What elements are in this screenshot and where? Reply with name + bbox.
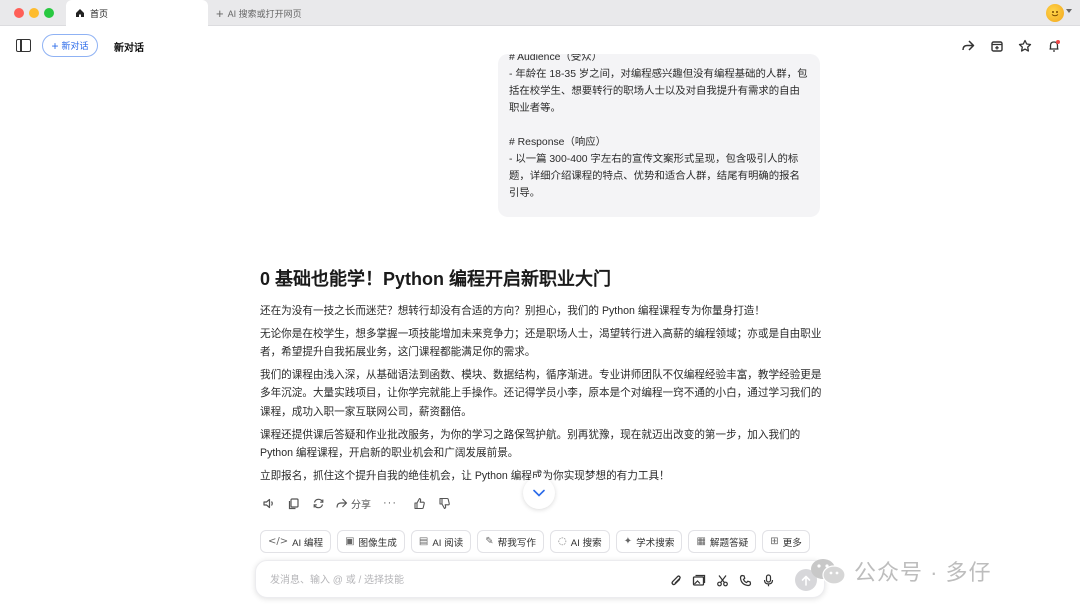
user-message-line: - 以一篇 300-400 字左右的宣传文案形式呈现，包含吸引人的标题，详细介绍… — [509, 154, 800, 199]
new-chat-button[interactable]: + 新对话 — [42, 34, 98, 57]
skill-label: AI 阅读 — [432, 537, 464, 549]
paperclip-icon[interactable] — [668, 572, 684, 588]
window-minimize-button[interactable] — [29, 8, 39, 18]
scroll-to-bottom-button[interactable] — [523, 477, 555, 509]
home-icon — [76, 9, 84, 17]
save-icon[interactable] — [989, 38, 1005, 54]
code-icon: </> — [268, 536, 289, 547]
skill-chip-writing[interactable]: ✎ 帮我写作 — [477, 530, 545, 553]
share-button[interactable]: 分享 — [335, 496, 371, 511]
skill-label: 学术搜索 — [636, 537, 675, 549]
share-icon[interactable] — [960, 38, 976, 54]
share-label: 分享 — [351, 499, 371, 511]
tab-new[interactable]: + AI 搜索或打开网页 — [216, 0, 302, 26]
skill-chip-ai-search[interactable]: ◌ AI 搜索 — [550, 530, 610, 553]
skill-label: 解题答疑 — [709, 537, 749, 549]
thumbs-down-icon[interactable] — [436, 495, 452, 511]
answer-title: 0 基础也能学！Python 编程开启新职业大门 — [260, 269, 612, 289]
skill-label: 帮我写作 — [497, 537, 537, 549]
page-title: 新对话 — [114, 43, 144, 54]
tab-new-label: AI 搜索或打开网页 — [227, 8, 302, 19]
regenerate-icon[interactable] — [310, 495, 326, 511]
watermark-text: 公众号 · 多仔 — [854, 560, 992, 585]
grid-icon: ⊞ — [770, 536, 779, 547]
skill-chip-problem-solving[interactable]: ▦ 解题答疑 — [688, 530, 757, 553]
window-close-button[interactable] — [14, 8, 24, 18]
window-titlebar: 首页 + AI 搜索或打开网页 — [0, 0, 1080, 26]
skill-chip-image-generation[interactable]: ▣ 图像生成 — [337, 530, 405, 553]
message-input[interactable] — [270, 571, 650, 589]
message-composer — [255, 560, 825, 598]
skill-chips: </> AI 编程 ▣ 图像生成 ▤ AI 阅读 ✎ 帮我写作 ◌ AI 搜索 … — [260, 530, 816, 553]
calculator-icon: ▦ — [696, 536, 706, 547]
chevron-down-icon — [533, 489, 545, 497]
answer-paragraph: 还在为没有一技之长而迷茫？想转行却没有合适的方向？别担心，我们的 Python … — [260, 305, 765, 317]
answer-actions: 分享 ··· — [260, 494, 461, 512]
skill-chip-ai-coding[interactable]: </> AI 编程 — [260, 530, 332, 553]
skill-label: 更多 — [782, 537, 802, 549]
speaker-icon[interactable] — [260, 495, 276, 511]
more-options-button[interactable]: ··· — [383, 497, 397, 509]
plus-icon: + — [51, 38, 59, 53]
image-icon: ▣ — [345, 536, 355, 547]
skill-label: 图像生成 — [358, 537, 397, 549]
pen-icon: ✎ — [485, 536, 494, 547]
user-message-line — [509, 117, 808, 134]
share-icon — [336, 498, 348, 508]
user-message-line: # Audience（受众） — [509, 54, 602, 63]
avatar[interactable] — [1046, 4, 1064, 22]
new-chat-label: 新对话 — [61, 41, 89, 51]
academic-icon: ✦ — [623, 536, 633, 547]
phone-icon[interactable] — [737, 572, 753, 588]
skill-label: AI 编程 — [292, 537, 324, 549]
wechat-logo-icon — [811, 559, 846, 585]
user-message-line: - 年龄在 18-35 岁之间，对编程感兴趣但没有编程基础的人群，包括在校学生、… — [509, 69, 808, 114]
watermark: 公众号 · 多仔 — [808, 554, 992, 588]
copy-icon[interactable] — [285, 495, 301, 511]
microphone-icon[interactable] — [760, 572, 776, 588]
image-icon[interactable] — [691, 572, 707, 588]
user-message-line: # Response（响应） — [509, 137, 607, 148]
bell-icon[interactable] — [1046, 38, 1062, 54]
chevron-down-icon[interactable] — [1066, 9, 1072, 13]
scissors-icon[interactable] — [714, 572, 730, 588]
window-maximize-button[interactable] — [44, 8, 54, 18]
answer-paragraph: 课程还提供课后答疑和作业批改服务，为你的学习之路保驾护航。别再犹豫，现在就迈出改… — [260, 428, 801, 460]
answer-body: 还在为没有一技之长而迷茫？想转行却没有合适的方向？别担心，我们的 Python … — [260, 302, 823, 489]
search-icon: ◌ — [558, 536, 567, 547]
skill-chip-academic-search[interactable]: ✦ 学术搜索 — [615, 530, 683, 553]
skill-label: AI 搜索 — [570, 537, 602, 549]
star-icon[interactable] — [1017, 38, 1033, 54]
sidebar-icon[interactable] — [16, 39, 31, 52]
answer-paragraph: 无论你是在校学生，想多掌握一项技能增加未来竞争力；还是职场人士，渴望转行进入高薪… — [260, 327, 822, 359]
plus-icon: + — [216, 5, 224, 21]
tab-home-label: 首页 — [90, 8, 109, 19]
thumbs-up-icon[interactable] — [411, 495, 427, 511]
tab-home[interactable]: 首页 — [66, 0, 208, 26]
skill-chip-more[interactable]: ⊞ 更多 — [762, 530, 810, 553]
answer-paragraph: 我们的课程由浅入深，从基础语法到函数、模块、数据结构，循序渐进。专业讲师团队不仅… — [260, 368, 822, 418]
skill-chip-ai-reading[interactable]: ▤ AI 阅读 — [410, 530, 472, 553]
reader-icon: ▤ — [418, 536, 429, 547]
user-message-bubble: # Audience（受众） - 年龄在 18-35 岁之间，对编程感兴趣但没有… — [498, 54, 820, 217]
avatar-face-icon — [1051, 11, 1059, 17]
